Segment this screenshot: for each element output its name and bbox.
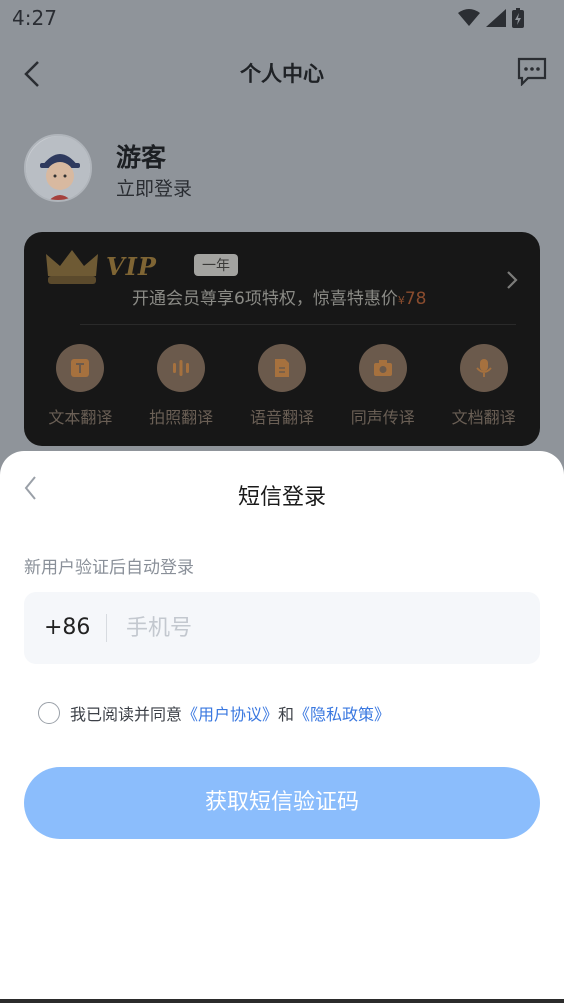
- page-title: 个人中心: [240, 62, 324, 86]
- agreement-text: 我已阅读并同意《用户协议》和《隐私政策》: [70, 701, 390, 725]
- profile-name: 游客: [116, 143, 167, 172]
- vip-description-text: 开通会员尊享6项特权，惊喜特惠价: [132, 289, 398, 309]
- document-translate-icon: [459, 344, 508, 392]
- agreement-row: 我已阅读并同意《用户协议》和《隐私政策》: [38, 701, 390, 725]
- feature-label: 同声传译: [350, 408, 415, 427]
- phone-separator: [106, 614, 107, 642]
- feature-label: 语音翻译: [249, 408, 314, 427]
- agreement-and: 和: [278, 705, 295, 724]
- chevron-right-icon[interactable]: [504, 268, 520, 292]
- phone-input-box: +86: [24, 592, 540, 664]
- agreement-checkbox[interactable]: [38, 702, 60, 724]
- avatar[interactable]: [24, 134, 92, 202]
- text-translate-icon: [56, 344, 105, 392]
- feature-voice-translate[interactable]: 语音翻译: [237, 344, 327, 428]
- sheet-title: 短信登录: [237, 485, 326, 510]
- battery-icon: [512, 8, 524, 28]
- message-icon[interactable]: [516, 56, 548, 86]
- privacy-policy-link[interactable]: 《隐私政策》: [294, 705, 390, 724]
- signal-icon: [486, 9, 506, 27]
- vip-features: 文本翻译 拍照翻译 语音翻译 同声传译 文档翻译: [24, 344, 540, 428]
- status-time: 4:27: [12, 6, 57, 30]
- agreement-prefix: 我已阅读并同意: [70, 705, 183, 724]
- bottom-bar: [0, 999, 564, 1003]
- get-sms-code-button[interactable]: 获取短信验证码: [24, 767, 540, 839]
- vip-duration-badge: 一年: [194, 254, 238, 276]
- login-hint: 新用户验证后自动登录: [24, 558, 194, 578]
- feature-label: 拍照翻译: [149, 408, 214, 427]
- feature-label: 文档翻译: [451, 408, 516, 427]
- profile-section[interactable]: 游客 立即登录: [24, 134, 544, 204]
- feature-simultaneous-interpret[interactable]: 同声传译: [338, 344, 428, 428]
- vip-logo-text: VIP: [106, 252, 157, 281]
- sms-login-sheet: 短信登录 新用户验证后自动登录 +86 我已阅读并同意《用户协议》和《隐私政策》…: [0, 451, 564, 1003]
- vip-price-value: 78: [404, 289, 427, 309]
- vip-price-symbol: ¥: [397, 294, 405, 307]
- feature-text-translate[interactable]: 文本翻译: [35, 344, 125, 428]
- feature-document-translate[interactable]: 文档翻译: [439, 344, 529, 428]
- voice-translate-icon: [257, 344, 306, 392]
- wifi-icon: [458, 9, 480, 26]
- vip-card[interactable]: VIP 一年 开通会员尊享6项特权，惊喜特惠价¥78 文本翻译 拍照翻译 语音翻…: [24, 232, 540, 446]
- simultaneous-interpret-icon: [358, 344, 407, 392]
- feature-camera-translate[interactable]: 拍照翻译: [136, 344, 226, 428]
- status-icons: [458, 8, 524, 28]
- vip-description: 开通会员尊享6项特权，惊喜特惠价¥78: [132, 284, 426, 309]
- camera-translate-icon: [157, 344, 206, 392]
- vip-price: ¥78: [398, 289, 427, 309]
- phone-number-input[interactable]: [126, 608, 516, 648]
- status-bar: 4:27: [0, 0, 564, 38]
- crown-icon: [46, 250, 98, 284]
- vip-divider: [80, 324, 516, 325]
- user-agreement-link[interactable]: 《用户协议》: [182, 705, 278, 724]
- feature-label: 文本翻译: [48, 408, 113, 427]
- avatar-illustration-icon: [26, 136, 90, 200]
- country-code[interactable]: +86: [44, 615, 90, 640]
- login-link[interactable]: 立即登录: [116, 174, 192, 201]
- nav-bar: 个人中心: [0, 44, 564, 104]
